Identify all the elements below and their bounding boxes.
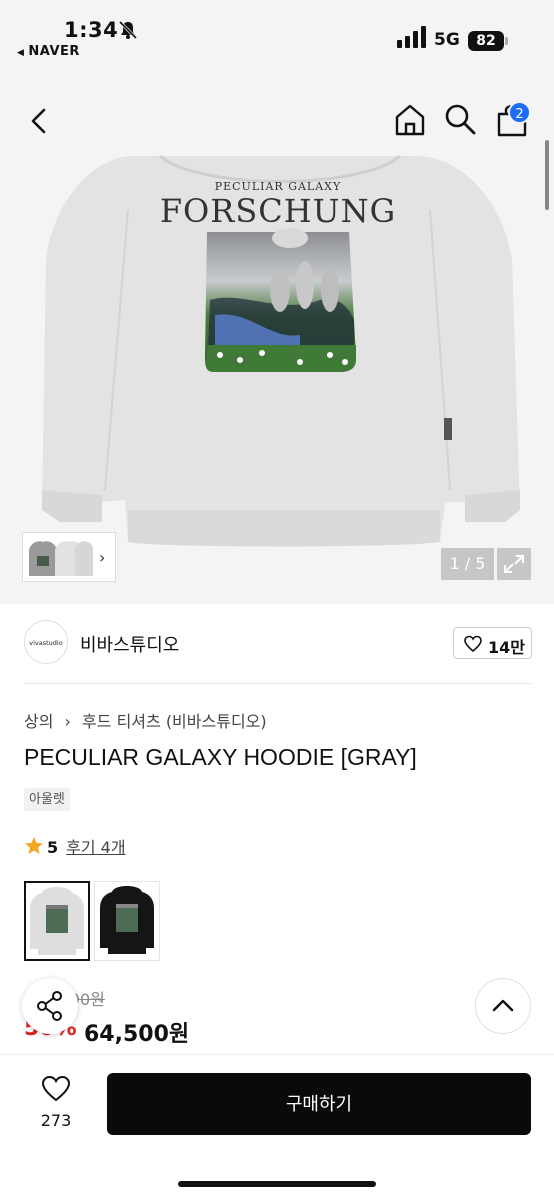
back-triangle-icon: ◀ [17, 48, 25, 58]
share-button[interactable] [22, 978, 78, 1034]
wishlist-count: 273 [40, 1111, 72, 1130]
store-like-count: 14만 [488, 638, 525, 657]
star-icon [25, 837, 43, 854]
chevron-right-icon: › [99, 548, 106, 567]
store-name[interactable]: 비바스튜디오 [80, 631, 179, 657]
store-like-button[interactable]: 14만 [453, 627, 532, 659]
sale-price: 64,500원 [84, 1022, 190, 1047]
battery-icon: 82 [468, 31, 504, 51]
buy-button[interactable]: 구매하기 [107, 1073, 531, 1135]
color-option-gray[interactable] [24, 881, 90, 961]
breadcrumb-item[interactable]: 상의 [24, 712, 53, 731]
signal-icon [397, 26, 426, 48]
battery-cap [505, 37, 508, 45]
back-arrow-icon[interactable] [24, 104, 56, 138]
scroll-to-top-button[interactable] [475, 978, 531, 1034]
status-bar: 1:34 ◀ NAVER 5G 82 [0, 0, 554, 75]
home-indicator [178, 1181, 376, 1187]
print-main-text: FORSCHUNG [160, 192, 396, 230]
status-time: 1:34 [64, 18, 119, 42]
gallery-pager: 1 / 5 [441, 548, 494, 580]
heart-icon [41, 1075, 71, 1102]
heart-icon [464, 635, 482, 653]
product-image[interactable]: PECULIAR GALAXY FORSCHUNG [0, 150, 554, 570]
wishlist-button[interactable]: 273 [36, 1075, 76, 1135]
share-icon [37, 991, 62, 1021]
network-type: 5G [434, 30, 460, 50]
product-title: PECULIAR GALAXY HOODIE [GRAY] [24, 744, 417, 770]
product-page: 1:34 ◀ NAVER 5G 82 2 PECULIAR GALAXY FOR… [0, 0, 554, 1200]
review-count-link[interactable]: 후기 4개 [66, 838, 125, 857]
home-icon[interactable] [393, 102, 427, 138]
rating-score: 5 [47, 838, 59, 857]
bell-slash-icon [118, 20, 138, 40]
gray-hoodie-thumbnail [30, 887, 84, 955]
breadcrumb-separator-icon: › [64, 712, 71, 731]
rating-row: 5 후기 4개 [24, 834, 126, 858]
black-hoodie-thumbnail [100, 886, 154, 954]
back-app-label: NAVER [28, 44, 80, 59]
outlet-tag: 아울렛 [24, 788, 70, 811]
store-logo[interactable]: vivastudio [24, 620, 68, 664]
chevron-up-icon [492, 999, 514, 1012]
back-to-app-link[interactable]: ◀ NAVER [17, 44, 80, 59]
divider [24, 683, 531, 684]
breadcrumb-item[interactable]: 후드 티셔츠 (비바스튜디오) [82, 712, 267, 731]
expand-icon[interactable] [497, 548, 531, 580]
breadcrumb: 상의 › 후드 티셔츠 (비바스튜디오) [24, 708, 267, 732]
color-option-black[interactable] [94, 881, 160, 961]
gallery-thumbnail-strip[interactable]: › [22, 532, 116, 582]
search-icon[interactable] [443, 102, 477, 136]
thumbnail-image [29, 541, 93, 576]
cart-count-badge: 2 [508, 101, 531, 124]
